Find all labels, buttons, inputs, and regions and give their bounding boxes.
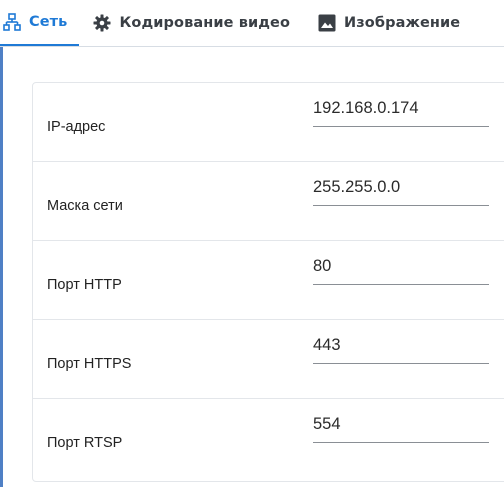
rtsp-port-input[interactable] bbox=[313, 415, 489, 434]
subnet-mask-label: Маска сети bbox=[47, 198, 123, 214]
gear-icon bbox=[93, 14, 111, 32]
http-port-field bbox=[313, 253, 489, 285]
network-icon bbox=[3, 13, 21, 31]
left-accent-bar bbox=[0, 47, 3, 487]
tab-image[interactable]: Изображение bbox=[304, 0, 460, 46]
network-settings-page: Сеть Кодирование видео Изображение IP-ад… bbox=[0, 0, 504, 487]
settings-tabs: Сеть Кодирование видео Изображение bbox=[0, 0, 504, 47]
tab-network[interactable]: Сеть bbox=[0, 0, 80, 46]
http-port-label: Порт HTTP bbox=[47, 277, 122, 293]
ip-address-label: IP-адрес bbox=[47, 119, 106, 135]
https-port-field bbox=[313, 332, 489, 364]
network-settings-card: IP-адрес Маска сети Порт HTTP Порт HTTPS… bbox=[32, 82, 504, 482]
ip-address-input[interactable] bbox=[313, 99, 489, 118]
settings-row-rtsp-port: Порт RTSP bbox=[33, 399, 504, 478]
settings-row-subnet-mask: Маска сети bbox=[33, 162, 504, 241]
tab-network-label: Сеть bbox=[29, 14, 68, 30]
tab-image-label: Изображение bbox=[344, 15, 461, 31]
settings-row-ip-address: IP-адрес bbox=[33, 83, 504, 162]
http-port-input[interactable] bbox=[313, 257, 489, 276]
ip-address-field bbox=[313, 95, 489, 127]
rtsp-port-label: Порт RTSP bbox=[47, 435, 123, 451]
subnet-mask-input[interactable] bbox=[313, 178, 489, 197]
https-port-input[interactable] bbox=[313, 336, 489, 355]
image-icon bbox=[318, 14, 336, 32]
tab-video-encoding-label: Кодирование видео bbox=[119, 15, 291, 31]
settings-row-https-port: Порт HTTPS bbox=[33, 320, 504, 399]
tab-video-encoding[interactable]: Кодирование видео bbox=[79, 0, 304, 46]
settings-row-http-port: Порт HTTP bbox=[33, 241, 504, 320]
rtsp-port-field bbox=[313, 411, 489, 443]
https-port-label: Порт HTTPS bbox=[47, 356, 132, 372]
subnet-mask-field bbox=[313, 174, 489, 206]
